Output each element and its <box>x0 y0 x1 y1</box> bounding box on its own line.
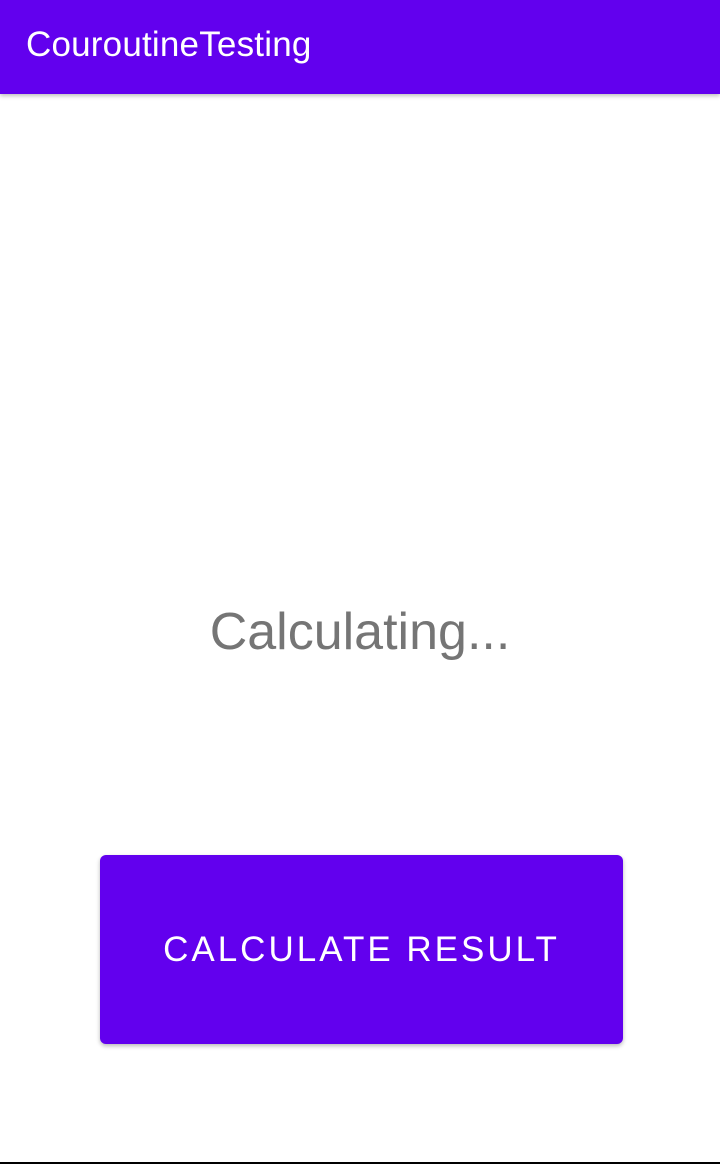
app-screen: CouroutineTesting Calculating... CALCULA… <box>0 0 720 1164</box>
status-text: Calculating... <box>209 603 511 661</box>
calculate-result-button[interactable]: CALCULATE RESULT <box>100 855 623 1044</box>
app-bar: CouroutineTesting <box>0 0 720 94</box>
app-title: CouroutineTesting <box>26 25 312 64</box>
